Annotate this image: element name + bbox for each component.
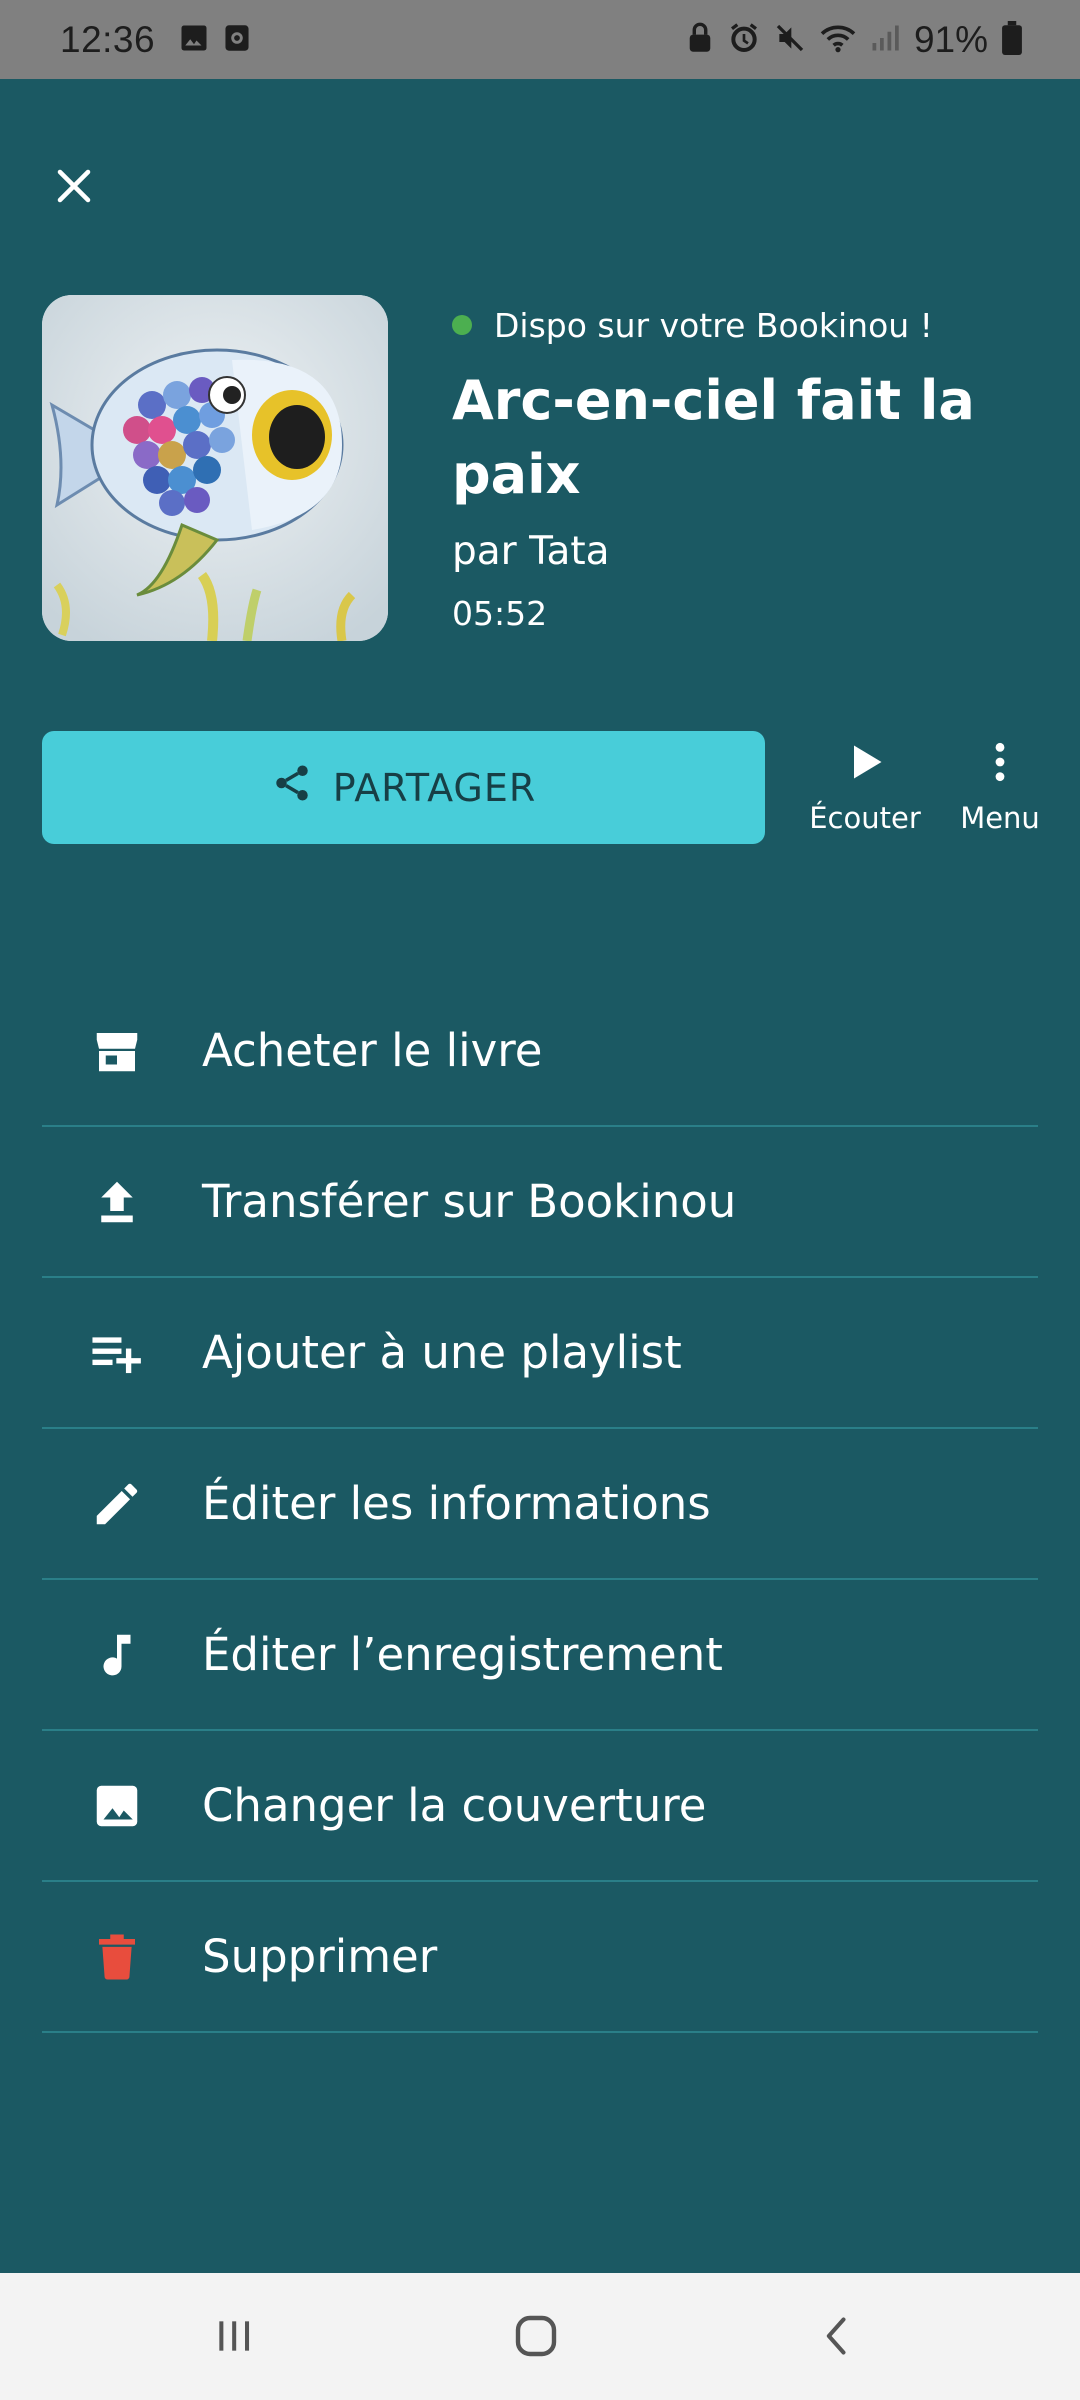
availability-status: Dispo sur votre Bookinou ! (452, 300, 1052, 350)
system-nav-bar (0, 2273, 1080, 2400)
action-menu-list: Acheter le livre Transférer sur Bookinou… (42, 976, 1038, 2033)
menu-item-buy-book[interactable]: Acheter le livre (42, 976, 1038, 1127)
menu-label: Menu (960, 801, 1040, 835)
menu-item-label: Ajouter à une playlist (202, 1326, 682, 1379)
menu-item-label: Acheter le livre (202, 1024, 543, 1077)
book-title: Arc-en-ciel fait la paix (452, 369, 975, 506)
availability-text: Dispo sur votre Bookinou ! (494, 305, 933, 345)
lock-icon (686, 22, 714, 58)
image-icon (85, 1774, 149, 1838)
status-dot (452, 315, 472, 335)
pencil-icon (85, 1472, 149, 1536)
share-button[interactable]: PARTAGER (42, 731, 765, 844)
close-icon (53, 165, 95, 211)
menu-item-label: Transférer sur Bookinou (202, 1175, 737, 1228)
upload-icon (85, 1170, 149, 1234)
menu-item-label: Éditer les informations (202, 1477, 711, 1530)
signal-icon (870, 23, 900, 57)
menu-item-label: Supprimer (202, 1930, 438, 1983)
share-icon (271, 762, 333, 813)
recent-apps-icon (212, 2314, 256, 2362)
book-info: Dispo sur votre Bookinou ! Arc-en-ciel f… (452, 300, 1052, 633)
wifi-icon (820, 22, 856, 58)
play-icon (843, 740, 887, 791)
image-icon (179, 23, 209, 57)
menu-item-edit-info[interactable]: Éditer les informations (42, 1429, 1038, 1580)
camera-icon (223, 23, 251, 57)
battery-percent: 91% (913, 18, 988, 60)
book-author: par Tata (452, 529, 610, 574)
menu-item-transfer[interactable]: Transférer sur Bookinou (42, 1127, 1038, 1278)
book-duration: 05:52 (452, 594, 548, 633)
home-button[interactable] (496, 2303, 576, 2373)
recent-apps-button[interactable] (194, 2303, 274, 2373)
back-icon (816, 2314, 860, 2362)
status-time: 12:36 (60, 18, 156, 60)
music-note-icon (85, 1623, 149, 1687)
playlist-add-icon (85, 1321, 149, 1385)
store-icon (85, 1019, 149, 1083)
menu-item-add-playlist[interactable]: Ajouter à une playlist (42, 1278, 1038, 1429)
back-button[interactable] (798, 2303, 878, 2373)
menu-item-change-cover[interactable]: Changer la couverture (42, 1731, 1038, 1882)
home-icon (512, 2312, 560, 2364)
alarm-icon (728, 22, 760, 58)
listen-button[interactable]: Écouter (806, 740, 924, 835)
battery-icon (1002, 20, 1022, 59)
listen-label: Écouter (809, 801, 921, 835)
menu-item-label: Changer la couverture (202, 1779, 707, 1832)
mute-icon (774, 22, 806, 58)
menu-item-edit-recording[interactable]: Éditer l’enregistrement (42, 1580, 1038, 1731)
menu-button[interactable]: Menu (950, 740, 1050, 835)
more-vertical-icon (978, 740, 1022, 791)
menu-item-delete[interactable]: Supprimer (42, 1882, 1038, 2033)
status-bar: 12:36 91% (0, 0, 1080, 79)
book-cover (42, 295, 388, 641)
menu-item-label: Éditer l’enregistrement (202, 1628, 723, 1681)
trash-icon (85, 1925, 149, 1989)
close-button[interactable] (44, 158, 104, 218)
share-label: PARTAGER (332, 765, 537, 810)
